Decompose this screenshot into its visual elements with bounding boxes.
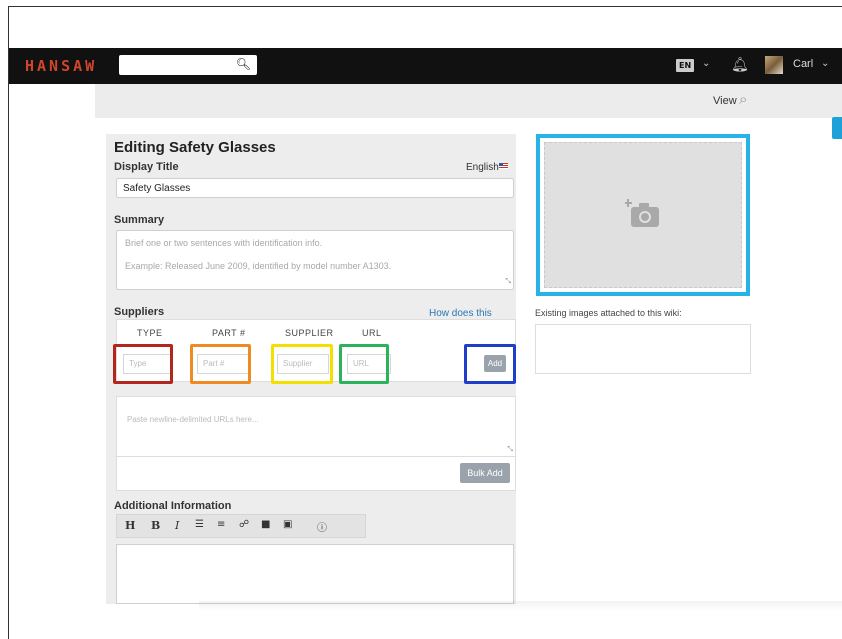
link-icon[interactable]: ☍ (239, 519, 249, 530)
heading-button[interactable]: H (125, 519, 135, 532)
url-highlight-box (339, 344, 389, 384)
summary-textarea[interactable]: Brief one or two sentences with identifi… (116, 230, 514, 290)
column-header-part: PART # (212, 328, 246, 338)
column-header-url: URL (362, 328, 382, 338)
editor-toolbar: H B I ☰ ≡ ☍ ■ ▣ ⓘ (116, 514, 366, 538)
video-icon[interactable]: ■ (261, 519, 270, 530)
summary-placeholder-line1: Brief one or two sentences with identifi… (125, 238, 323, 248)
side-tab[interactable] (832, 117, 842, 139)
part-highlight-box (190, 344, 251, 384)
page-subheader: View ⌕ (95, 84, 842, 118)
avatar[interactable] (765, 56, 783, 74)
user-name[interactable]: Carl (793, 58, 813, 70)
chevron-down-icon[interactable]: ⌄ (702, 58, 710, 69)
column-header-type: TYPE (137, 328, 163, 338)
top-navigation-bar: HANSAW 🔍︎ EN ⌄ 🔔︎ Carl ⌄ (9, 48, 842, 84)
edit-form-panel: Editing Safety Glasses Display Title Eng… (106, 134, 516, 604)
search-icon[interactable]: 🔍︎ (236, 57, 251, 71)
language-label[interactable]: English (466, 162, 499, 173)
summary-placeholder-line2: Example: Released June 2009, identified … (125, 261, 392, 271)
suppliers-label: Suppliers (114, 306, 165, 318)
bold-button[interactable]: B (151, 519, 160, 532)
app-window: HANSAW 🔍︎ EN ⌄ 🔔︎ Carl ⌄ View ⌕ Editing … (8, 6, 842, 639)
bottom-divider (199, 601, 842, 611)
bulk-add-button[interactable]: Bulk Add (460, 463, 510, 483)
numbered-list-icon[interactable]: ≡ (217, 519, 225, 530)
magnifier-icon[interactable]: ⌕ (739, 91, 747, 108)
additional-information-label: Additional Information (114, 500, 232, 512)
display-title-input[interactable]: Safety Glasses (116, 178, 514, 198)
supplier-highlight-box (271, 344, 333, 384)
bulk-url-panel: Paste newline-delimited URLs here... ⤡ B… (116, 396, 516, 491)
image-upload-dropzone[interactable] (536, 134, 750, 296)
language-badge[interactable]: EN (676, 59, 695, 72)
view-link[interactable]: View (713, 95, 737, 107)
add-highlight-box (464, 344, 516, 384)
bullet-list-icon[interactable]: ☰ (195, 519, 204, 530)
us-flag-icon (499, 163, 508, 169)
italic-button[interactable]: I (175, 519, 179, 532)
add-camera-icon (625, 199, 659, 227)
brand-logo[interactable]: HANSAW (25, 57, 97, 75)
chevron-down-icon[interactable]: ⌄ (821, 58, 829, 69)
bulk-url-textarea[interactable]: Paste newline-delimited URLs here... (117, 397, 515, 457)
resize-handle-icon[interactable]: ⤡ (505, 275, 511, 288)
suppliers-table: TYPE PART # SUPPLIER URL Type Part # Sup… (113, 319, 516, 384)
page-title: Editing Safety Glasses (114, 139, 276, 156)
image-placeholder (544, 142, 742, 288)
resize-handle-icon[interactable]: ⤡ (507, 446, 513, 454)
additional-information-textarea[interactable] (116, 544, 514, 604)
bell-icon[interactable]: 🔔︎ (731, 56, 749, 73)
existing-images-area (535, 324, 751, 374)
image-icon[interactable]: ▣ (283, 519, 292, 530)
column-header-supplier: SUPPLIER (285, 328, 334, 338)
summary-label: Summary (114, 214, 165, 226)
type-highlight-box (113, 344, 173, 384)
help-icon[interactable]: ⓘ (317, 519, 327, 534)
display-title-label: Display Title (114, 161, 179, 173)
search-input[interactable]: 🔍︎ (119, 55, 257, 75)
existing-images-label: Existing images attached to this wiki: (535, 308, 682, 318)
